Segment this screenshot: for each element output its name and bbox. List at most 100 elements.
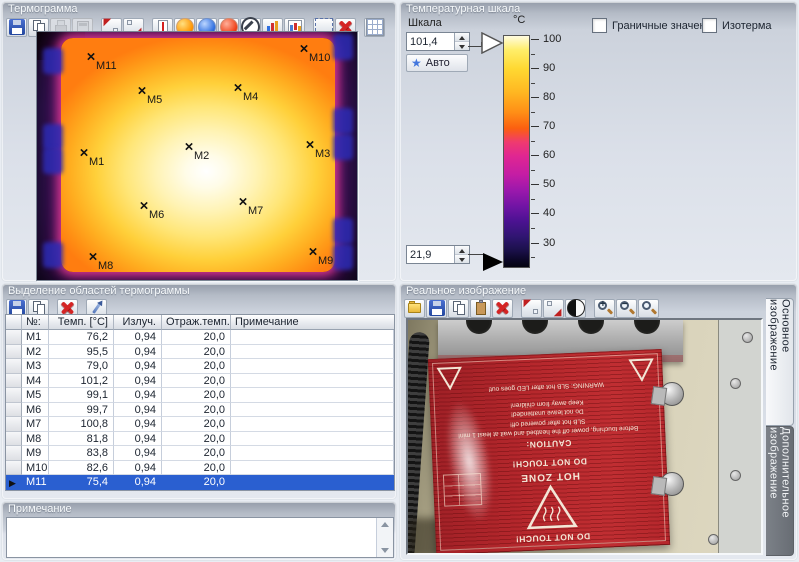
cell-number[interactable]: M7 — [22, 417, 49, 432]
row-header-cell[interactable]: ▶ — [6, 475, 22, 490]
tab-main-image[interactable]: Основное изображение — [766, 298, 794, 426]
cell-reflected-temp[interactable]: 20,0 — [162, 461, 231, 476]
cell-emissivity[interactable]: 0,94 — [114, 432, 162, 447]
cell-reflected-temp[interactable]: 20,0 — [162, 359, 231, 374]
copy-button[interactable] — [448, 299, 469, 318]
zoom-out-button[interactable] — [616, 299, 637, 318]
cell-number[interactable]: M11 — [22, 475, 49, 490]
cell-number[interactable]: M8 — [22, 432, 49, 447]
header-cell-reflected-temp[interactable]: Отраж.темп. [° — [162, 315, 231, 330]
scale-min-pointer-icon[interactable] — [482, 252, 504, 272]
spin-up-button[interactable] — [455, 33, 469, 42]
cell-number[interactable]: M1 — [22, 330, 49, 345]
cell-note[interactable] — [231, 345, 394, 360]
cell-number[interactable]: M5 — [22, 388, 49, 403]
row-header-cell[interactable] — [6, 461, 22, 476]
row-header-cell[interactable] — [6, 403, 22, 418]
table-row-m3[interactable]: M379,00,9420,0 — [6, 359, 394, 374]
cell-emissivity[interactable]: 0,94 — [114, 475, 162, 490]
scale-max-pointer-icon[interactable] — [480, 32, 504, 54]
cell-temp[interactable]: 83,8 — [49, 446, 114, 461]
table-row-m9[interactable]: M983,80,9420,0 — [6, 446, 394, 461]
row-header-cell[interactable] — [6, 374, 22, 389]
cell-number[interactable]: M9 — [22, 446, 49, 461]
table-row-m2[interactable]: M295,50,9420,0 — [6, 345, 394, 360]
zoom-in-button[interactable] — [594, 299, 615, 318]
cell-reflected-temp[interactable]: 20,0 — [162, 330, 231, 345]
cell-temp[interactable]: 95,5 — [49, 345, 114, 360]
marker-down-right-button[interactable] — [543, 299, 564, 318]
cell-number[interactable]: M10 — [22, 461, 49, 476]
header-cell-temp[interactable]: Темп. [°C] — [49, 315, 114, 330]
row-header-cell[interactable] — [6, 388, 22, 403]
open-button[interactable] — [404, 299, 425, 318]
cell-reflected-temp[interactable]: 20,0 — [162, 475, 231, 490]
save-button[interactable] — [6, 18, 27, 37]
scale-min-spinner[interactable]: 21,9 — [406, 245, 470, 264]
cell-temp[interactable]: 99,7 — [49, 403, 114, 418]
table-row-m11[interactable]: ▶M1175,40,9420,0 — [6, 475, 394, 490]
cell-emissivity[interactable]: 0,94 — [114, 417, 162, 432]
cell-number[interactable]: M4 — [22, 374, 49, 389]
table-row-m7[interactable]: M7100,80,9420,0 — [6, 417, 394, 432]
cell-note[interactable] — [231, 374, 394, 389]
note-text[interactable] — [7, 518, 376, 557]
cell-note[interactable] — [231, 359, 394, 374]
checkbox-box-icon[interactable] — [702, 18, 717, 33]
scroll-up-icon[interactable] — [377, 518, 393, 532]
cell-reflected-temp[interactable]: 20,0 — [162, 446, 231, 461]
cell-reflected-temp[interactable]: 20,0 — [162, 388, 231, 403]
save-button[interactable] — [426, 299, 447, 318]
cell-reflected-temp[interactable]: 20,0 — [162, 374, 231, 389]
scale-max-value[interactable]: 101,4 — [407, 36, 454, 48]
scroll-down-icon[interactable] — [377, 543, 393, 557]
table-row-m5[interactable]: M599,10,9420,0 — [6, 388, 394, 403]
auto-button[interactable]: ★ Авто — [406, 54, 468, 72]
cell-emissivity[interactable]: 0,94 — [114, 403, 162, 418]
spin-down-button[interactable] — [455, 42, 469, 50]
cell-emissivity[interactable]: 0,94 — [114, 461, 162, 476]
cell-temp[interactable]: 76,2 — [49, 330, 114, 345]
spin-down-button[interactable] — [455, 255, 469, 263]
table-row-m6[interactable]: M699,70,9420,0 — [6, 403, 394, 418]
paste-button[interactable] — [470, 299, 491, 318]
header-cell-emissivity[interactable]: Излуч. — [114, 315, 162, 330]
cell-temp[interactable]: 100,8 — [49, 417, 114, 432]
note-textarea[interactable] — [6, 517, 394, 558]
grid-button[interactable] — [364, 18, 385, 37]
cell-emissivity[interactable]: 0,94 — [114, 345, 162, 360]
cell-number[interactable]: M2 — [22, 345, 49, 360]
cell-note[interactable] — [231, 475, 394, 490]
row-header-cell[interactable] — [6, 345, 22, 360]
delete-button[interactable] — [492, 299, 513, 318]
scale-max-spinner[interactable]: 101,4 — [406, 32, 470, 51]
note-scrollbar[interactable] — [376, 518, 393, 557]
cell-note[interactable] — [231, 446, 394, 461]
cell-emissivity[interactable]: 0,94 — [114, 374, 162, 389]
cell-reflected-temp[interactable]: 20,0 — [162, 432, 231, 447]
scale-min-value[interactable]: 21,9 — [407, 249, 454, 261]
cell-note[interactable] — [231, 403, 394, 418]
cell-temp[interactable]: 99,1 — [49, 388, 114, 403]
cell-temp[interactable]: 79,0 — [49, 359, 114, 374]
contrast-button[interactable] — [565, 299, 586, 318]
header-cell-note[interactable]: Примечание — [231, 315, 394, 330]
cell-temp[interactable]: 101,2 — [49, 374, 114, 389]
cell-number[interactable]: M6 — [22, 403, 49, 418]
cell-reflected-temp[interactable]: 20,0 — [162, 417, 231, 432]
cell-note[interactable] — [231, 432, 394, 447]
cell-temp[interactable]: 82,6 — [49, 461, 114, 476]
table-row-m8[interactable]: M881,80,9420,0 — [6, 432, 394, 447]
thermogram-image[interactable]: ×M11×M10×M5×M4×M1×M2×M3×M6×M7×M8×M9 — [36, 31, 358, 281]
spin-up-button[interactable] — [455, 246, 469, 255]
cell-note[interactable] — [231, 330, 394, 345]
table-row-m1[interactable]: M176,20,9420,0 — [6, 330, 394, 345]
zoom-reset-button[interactable] — [638, 299, 659, 318]
cell-reflected-temp[interactable]: 20,0 — [162, 345, 231, 360]
cell-note[interactable] — [231, 461, 394, 476]
row-header-cell[interactable] — [6, 359, 22, 374]
table-row-m4[interactable]: M4101,20,9420,0 — [6, 374, 394, 389]
row-header-cell[interactable] — [6, 417, 22, 432]
real-photo[interactable]: DO NOT TOUCH! HOT ZONE DO NOT TOUCH! CAU… — [406, 318, 763, 555]
isotherm-checkbox[interactable]: Изотерма — [702, 18, 772, 33]
